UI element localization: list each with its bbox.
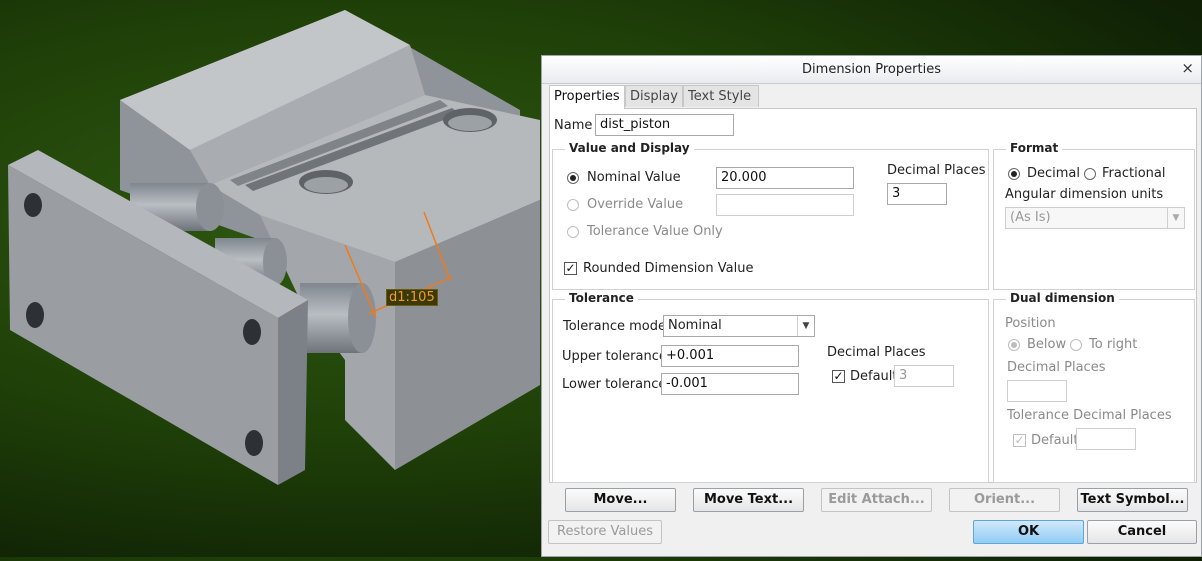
- dual-default-label: Default: [1031, 433, 1079, 448]
- tab-display[interactable]: Display: [625, 85, 683, 107]
- override-value-radio[interactable]: [567, 199, 579, 211]
- move-text-button[interactable]: Move Text...: [693, 488, 804, 512]
- decimal-places-field[interactable]: 3: [887, 183, 947, 205]
- dimension-label[interactable]: d1:105: [386, 289, 438, 306]
- name-field[interactable]: dist_piston: [595, 114, 734, 136]
- upper-tolerance-field[interactable]: +0.001: [661, 345, 799, 367]
- ok-button[interactable]: OK: [973, 520, 1084, 544]
- value-display-title: Value and Display: [565, 141, 694, 155]
- tab-text-style[interactable]: Text Style: [683, 85, 759, 107]
- dual-default-field[interactable]: [1076, 428, 1136, 450]
- text-symbol-button[interactable]: Text Symbol...: [1077, 488, 1188, 512]
- cancel-button[interactable]: Cancel: [1087, 520, 1197, 544]
- fractional-label: Fractional: [1102, 166, 1166, 181]
- format-title: Format: [1006, 141, 1063, 155]
- below-label: Below: [1027, 337, 1067, 352]
- decimal-radio[interactable]: [1008, 168, 1020, 180]
- tolerance-mode-value: Nominal: [668, 318, 722, 333]
- decimal-label: Decimal: [1027, 166, 1081, 181]
- format-group: Format Decimal Fractional Angular dimens…: [993, 141, 1195, 290]
- position-label: Position: [1005, 316, 1056, 331]
- dialog-titlebar[interactable]: Dimension Properties ×: [542, 56, 1201, 84]
- move-button[interactable]: Move...: [565, 488, 676, 512]
- nominal-value-field[interactable]: 20.000: [716, 167, 854, 189]
- tab-properties[interactable]: Properties: [549, 85, 625, 109]
- orient-button[interactable]: Orient...: [949, 488, 1060, 512]
- rounded-dimension-label: Rounded Dimension Value: [583, 261, 754, 276]
- angular-units-label: Angular dimension units: [1005, 187, 1164, 202]
- below-radio[interactable]: [1008, 339, 1020, 351]
- chevron-down-icon: ▼: [1167, 208, 1184, 228]
- angular-units-value: (As Is): [1010, 210, 1051, 225]
- tolerance-value-only-radio[interactable]: [567, 226, 579, 238]
- properties-panel: Name dist_piston Value and Display Nomin…: [549, 108, 1197, 483]
- to-right-label: To right: [1089, 337, 1138, 352]
- rounded-dimension-checkbox[interactable]: ✓: [564, 262, 577, 275]
- tolerance-default-label: Default: [850, 369, 898, 384]
- lower-tolerance-label: Lower tolerance: [562, 377, 667, 392]
- dual-dimension-title: Dual dimension: [1006, 291, 1119, 305]
- tolerance-group: Tolerance Tolerance mode Nominal ▼ Upper…: [552, 291, 989, 483]
- chevron-down-icon: ▼: [797, 316, 814, 336]
- dual-dimension-group: Dual dimension Position Below To right D…: [993, 291, 1195, 483]
- tolerance-decimal-places-label: Decimal Places: [827, 345, 926, 360]
- dimension-properties-dialog: Dimension Properties × Properties Displa…: [541, 55, 1202, 557]
- angular-units-select[interactable]: (As Is) ▼: [1005, 207, 1185, 229]
- override-value-field[interactable]: [716, 194, 854, 216]
- tolerance-mode-select[interactable]: Nominal ▼: [663, 315, 815, 337]
- name-label: Name: [554, 118, 593, 133]
- dual-decimal-places-field[interactable]: [1007, 380, 1067, 402]
- restore-values-button[interactable]: Restore Values: [548, 520, 662, 544]
- dual-decimal-places-label: Decimal Places: [1007, 360, 1106, 375]
- fractional-radio[interactable]: [1084, 168, 1096, 180]
- to-right-radio[interactable]: [1070, 339, 1082, 351]
- tolerance-value-only-label: Tolerance Value Only: [587, 224, 723, 239]
- dialog-title: Dimension Properties: [802, 62, 941, 77]
- tolerance-default-checkbox[interactable]: ✓: [832, 370, 845, 383]
- upper-tolerance-label: Upper tolerance: [562, 349, 667, 364]
- dual-default-checkbox[interactable]: ✓: [1013, 434, 1026, 447]
- value-display-group: Value and Display Nominal Value 20.000 O…: [552, 141, 989, 290]
- decimal-places-label: Decimal Places: [887, 163, 986, 178]
- dual-tolerance-decimal-label: Tolerance Decimal Places: [1007, 408, 1172, 423]
- nominal-value-label: Nominal Value: [587, 170, 681, 185]
- close-icon[interactable]: ×: [1181, 59, 1194, 77]
- nominal-value-radio[interactable]: [567, 172, 579, 184]
- tolerance-mode-label: Tolerance mode: [563, 319, 666, 334]
- tolerance-default-field[interactable]: 3: [894, 365, 954, 387]
- lower-tolerance-field[interactable]: -0.001: [661, 373, 799, 395]
- tolerance-title: Tolerance: [565, 291, 638, 305]
- override-value-label: Override Value: [587, 197, 684, 212]
- edit-attach-button[interactable]: Edit Attach...: [821, 488, 932, 512]
